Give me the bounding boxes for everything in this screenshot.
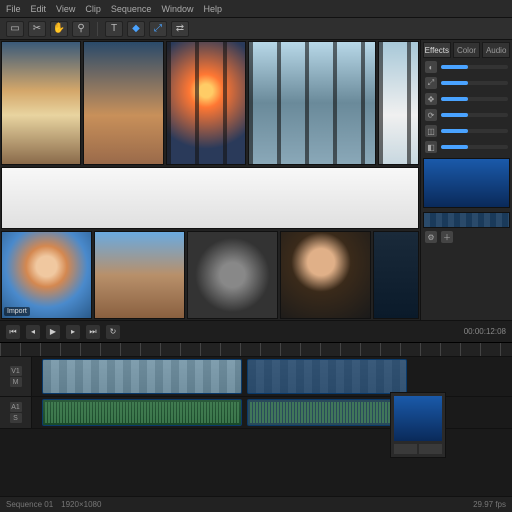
- clip-man[interactable]: [280, 231, 371, 319]
- workspace: Import Effects Color Audio ◐ ⤢ ✥ ⟳ ◫ ◧ ⚙…: [0, 40, 512, 320]
- opacity-slider[interactable]: [441, 65, 508, 69]
- status-fps: 29.97 fps: [473, 500, 506, 509]
- razor-tool[interactable]: ✂: [28, 21, 46, 37]
- status-resolution: 1920×1080: [61, 500, 101, 509]
- mini-preview[interactable]: [423, 158, 510, 208]
- text-tool[interactable]: T: [105, 21, 123, 37]
- marker-tool[interactable]: ◆: [127, 21, 145, 37]
- tab-effects[interactable]: Effects: [423, 42, 451, 58]
- track-v1: V1 M: [0, 357, 512, 397]
- play-button[interactable]: ▶: [46, 325, 60, 339]
- clip-desert[interactable]: [94, 231, 185, 319]
- scale-slider[interactable]: [441, 81, 508, 85]
- scope-preview: [394, 396, 442, 441]
- link-toggle[interactable]: ⇄: [171, 21, 189, 37]
- step-fwd-button[interactable]: ▸: [66, 325, 80, 339]
- menu-file[interactable]: File: [6, 4, 21, 14]
- rotation-icon: ⟳: [425, 109, 437, 121]
- opacity-icon: ◐: [425, 61, 437, 73]
- scope-btn-b[interactable]: [419, 444, 442, 454]
- clip-beach-a[interactable]: [1, 41, 81, 165]
- toolbar-sep: [97, 22, 98, 36]
- menu-help[interactable]: Help: [203, 4, 222, 14]
- timeline-ruler[interactable]: [0, 343, 512, 357]
- track-content-v1[interactable]: [32, 357, 512, 396]
- scope-btn-a[interactable]: [394, 444, 417, 454]
- mini-strip[interactable]: [423, 212, 510, 228]
- clip-sunset[interactable]: [166, 41, 246, 165]
- track-head-v1[interactable]: V1 M: [0, 357, 32, 396]
- loop-button[interactable]: ↻: [106, 325, 120, 339]
- step-back-button[interactable]: ◂: [26, 325, 40, 339]
- blend-slider[interactable]: [441, 145, 508, 149]
- scale-icon: ⤢: [425, 77, 437, 89]
- timeline-audio-2[interactable]: [247, 399, 407, 426]
- crop-icon: ◫: [425, 125, 437, 137]
- status-bar: Sequence 01 1920×1080 29.97 fps: [0, 496, 512, 512]
- menu-clip[interactable]: Clip: [85, 4, 101, 14]
- rotation-slider[interactable]: [441, 113, 508, 117]
- gear-icon[interactable]: ⚙: [425, 231, 437, 243]
- tab-audio[interactable]: Audio: [482, 42, 510, 58]
- selection-tool[interactable]: ▭: [6, 21, 24, 37]
- blend-icon: ◧: [425, 141, 437, 153]
- status-sequence: Sequence 01: [6, 500, 53, 509]
- menu-bar: File Edit View Clip Sequence Window Help: [0, 0, 512, 18]
- zoom-tool[interactable]: ⚲: [72, 21, 90, 37]
- inspector-panel: Effects Color Audio ◐ ⤢ ✥ ⟳ ◫ ◧ ⚙ ＋: [420, 40, 512, 320]
- menu-edit[interactable]: Edit: [31, 4, 47, 14]
- menu-view[interactable]: View: [56, 4, 75, 14]
- crop-slider[interactable]: [441, 129, 508, 133]
- goto-start-button[interactable]: ⏮: [6, 325, 20, 339]
- clip-beach-b[interactable]: [83, 41, 163, 165]
- mute-v1[interactable]: M: [10, 377, 22, 387]
- waveform-icon: [45, 402, 239, 423]
- timecode[interactable]: 00:00:12:08: [464, 327, 506, 336]
- hand-tool[interactable]: ✋: [50, 21, 68, 37]
- timeline-clip-1[interactable]: [42, 359, 242, 394]
- toolbar: ▭ ✂ ✋ ⚲ T ◆ ⤢ ⇄: [0, 18, 512, 40]
- clip-dark[interactable]: [373, 231, 419, 319]
- solo-a1[interactable]: S: [10, 413, 22, 423]
- inspector-tabs: Effects Color Audio: [423, 42, 510, 58]
- position-slider[interactable]: [441, 97, 508, 101]
- tab-color[interactable]: Color: [453, 42, 481, 58]
- menu-sequence[interactable]: Sequence: [111, 4, 152, 14]
- goto-end-button[interactable]: ⏭: [86, 325, 100, 339]
- clip-sea-tall[interactable]: [378, 41, 419, 165]
- thumb-label: Import: [4, 307, 30, 316]
- clip-robot[interactable]: [187, 231, 278, 319]
- track-label-v1: V1: [10, 366, 22, 376]
- waveform-icon: [250, 402, 404, 423]
- clip-sea-wide[interactable]: [248, 41, 375, 165]
- snap-toggle[interactable]: ⤢: [149, 21, 167, 37]
- timeline-audio-1[interactable]: [42, 399, 242, 426]
- media-browser: Import: [0, 40, 420, 320]
- timeline-clip-2[interactable]: [247, 359, 407, 394]
- clip-girl[interactable]: Import: [1, 231, 92, 319]
- plus-icon[interactable]: ＋: [441, 231, 453, 243]
- menu-window[interactable]: Window: [161, 4, 193, 14]
- transport-bar: ⏮ ◂ ▶ ▸ ⏭ ↻ 00:00:12:08: [0, 320, 512, 342]
- floating-scopes[interactable]: [390, 392, 446, 458]
- track-head-a1[interactable]: A1 S: [0, 397, 32, 428]
- clip-white[interactable]: [1, 167, 419, 229]
- position-icon: ✥: [425, 93, 437, 105]
- track-label-a1: A1: [10, 402, 22, 412]
